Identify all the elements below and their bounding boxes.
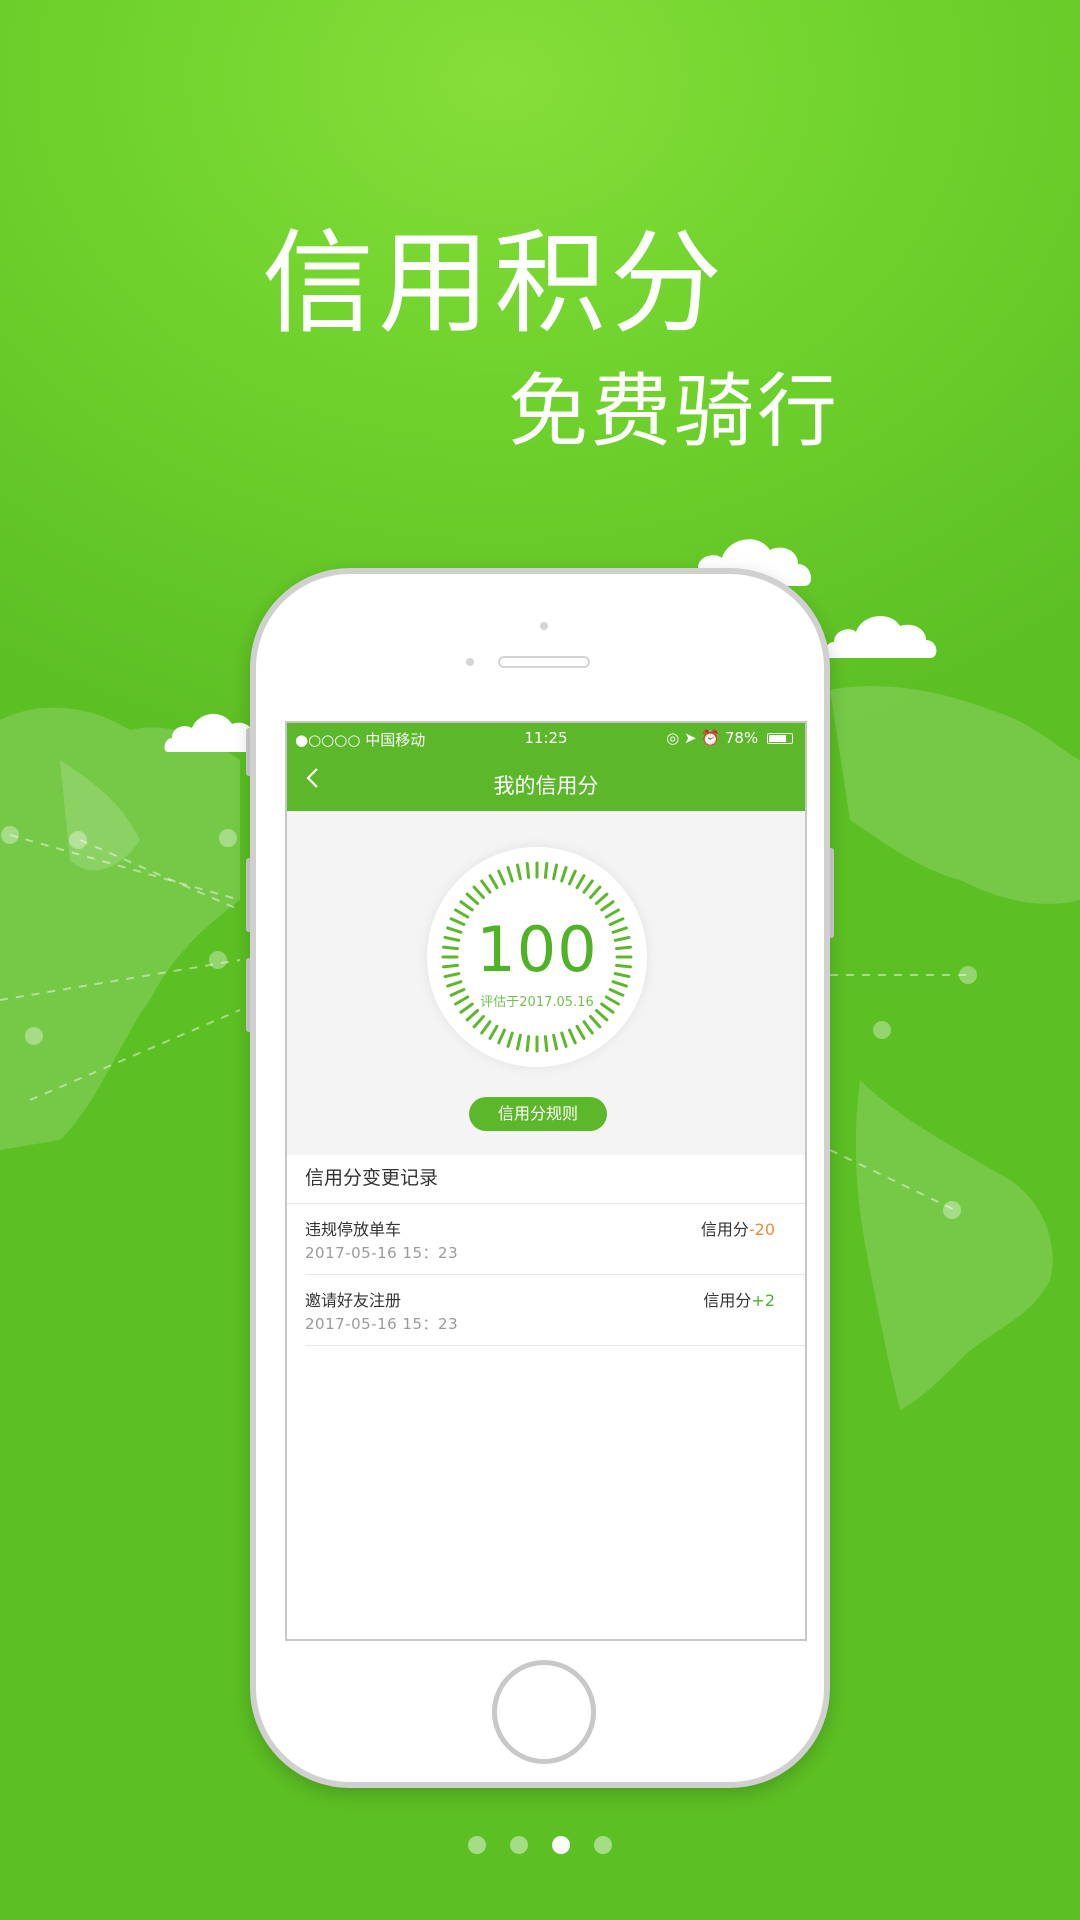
status-right: ◎ ➤ ⏰ 78%: [666, 729, 793, 747]
gauge-tick: [506, 866, 514, 883]
gauge-tick: [582, 879, 594, 894]
gauge-tick: [589, 1014, 602, 1029]
phone-mockup: ●○○○○ 中国移动 11:25 ◎ ➤ ⏰ 78% 我的信用分 100 评估于…: [250, 568, 830, 1788]
score-value: 100: [476, 913, 598, 986]
gauge-tick: [560, 1031, 568, 1048]
battery-icon: [767, 733, 793, 744]
record-change: 信用分-20: [701, 1216, 775, 1240]
record-delta: -20: [748, 1220, 775, 1239]
record-change-label: 信用分: [703, 1291, 752, 1310]
hero-subtitle: 免费骑行: [508, 365, 840, 458]
gauge-tick: [543, 862, 549, 879]
score-gauge: 100 评估于2017.05.16: [427, 847, 647, 1067]
gauge-tick: [568, 1028, 577, 1045]
gauge-tick: [552, 863, 559, 881]
gauge-tick: [488, 1024, 499, 1040]
record-name: 邀请好友注册: [305, 1291, 402, 1310]
page-dot[interactable]: [510, 1836, 528, 1854]
app-screen: ●○○○○ 中国移动 11:25 ◎ ➤ ⏰ 78% 我的信用分 100 评估于…: [285, 721, 807, 1641]
record-name: 违规停放单车: [305, 1220, 402, 1239]
lock-rotation-icon: ◎: [666, 729, 680, 747]
gauge-tick: [480, 1020, 492, 1035]
record-item[interactable]: 违规停放单车 2017-05-16 15：23 信用分-20: [305, 1204, 805, 1275]
gauge-tick: [515, 1033, 522, 1051]
page-dot[interactable]: [552, 1836, 570, 1854]
gauge-tick: [459, 900, 474, 912]
gauge-tick: [480, 879, 492, 894]
records-header: 信用分变更记录: [287, 1155, 805, 1204]
battery-percent: 78%: [724, 729, 759, 747]
gauge-tick: [582, 1020, 594, 1035]
gauge-tick: [465, 892, 480, 905]
page-dot[interactable]: [468, 1836, 486, 1854]
gauge-tick: [515, 863, 522, 881]
gauge-tick: [560, 866, 568, 883]
gauge-tick: [568, 869, 577, 886]
phone-home-button: [492, 1660, 596, 1764]
location-arrow-icon: ➤: [684, 729, 697, 747]
gauge-tick: [488, 874, 499, 890]
record-delta: +2: [751, 1291, 775, 1310]
hero-title: 信用积分: [262, 219, 726, 349]
record-change-label: 信用分: [700, 1220, 749, 1239]
gauge-tick: [575, 1024, 586, 1040]
phone-camera: [540, 622, 548, 630]
gauge-tick: [465, 1009, 480, 1022]
record-change: 信用分+2: [703, 1287, 775, 1311]
gauge-tick: [472, 885, 485, 900]
page-dot[interactable]: [594, 1836, 612, 1854]
nav-bar: 我的信用分: [287, 753, 805, 811]
score-date: 评估于2017.05.16: [480, 995, 594, 1010]
phone-speaker: [498, 656, 590, 668]
gauge-tick: [594, 1009, 609, 1022]
record-time: 2017-05-16 15：23: [305, 1244, 459, 1262]
gauge-tick: [472, 1014, 485, 1029]
gauge-tick: [594, 892, 609, 905]
gauge-tick: [552, 1033, 559, 1051]
gauge-tick: [600, 900, 615, 912]
gauge-tick: [506, 1031, 514, 1048]
page-title: 我的信用分: [493, 774, 599, 798]
score-section: 100 评估于2017.05.16 信用分规则: [287, 811, 805, 1155]
gauge-tick: [543, 1035, 549, 1052]
gauge-tick: [575, 874, 586, 890]
cloud-icon: [824, 615, 937, 658]
phone-sensor: [466, 658, 474, 666]
gauge-tick: [497, 1028, 506, 1045]
alarm-icon: ⏰: [701, 729, 721, 747]
page-indicator: [0, 1836, 1080, 1858]
gauge-tick: [589, 885, 602, 900]
credit-rules-button[interactable]: 信用分规则: [469, 1097, 607, 1131]
gauge-tick: [497, 869, 506, 886]
gauge-tick: [525, 1035, 531, 1052]
record-item[interactable]: 邀请好友注册 2017-05-16 15：23 信用分+2: [305, 1275, 805, 1346]
record-time: 2017-05-16 15：23: [305, 1315, 459, 1333]
status-bar: ●○○○○ 中国移动 11:25 ◎ ➤ ⏰ 78%: [287, 723, 805, 753]
gauge-tick: [525, 862, 531, 879]
